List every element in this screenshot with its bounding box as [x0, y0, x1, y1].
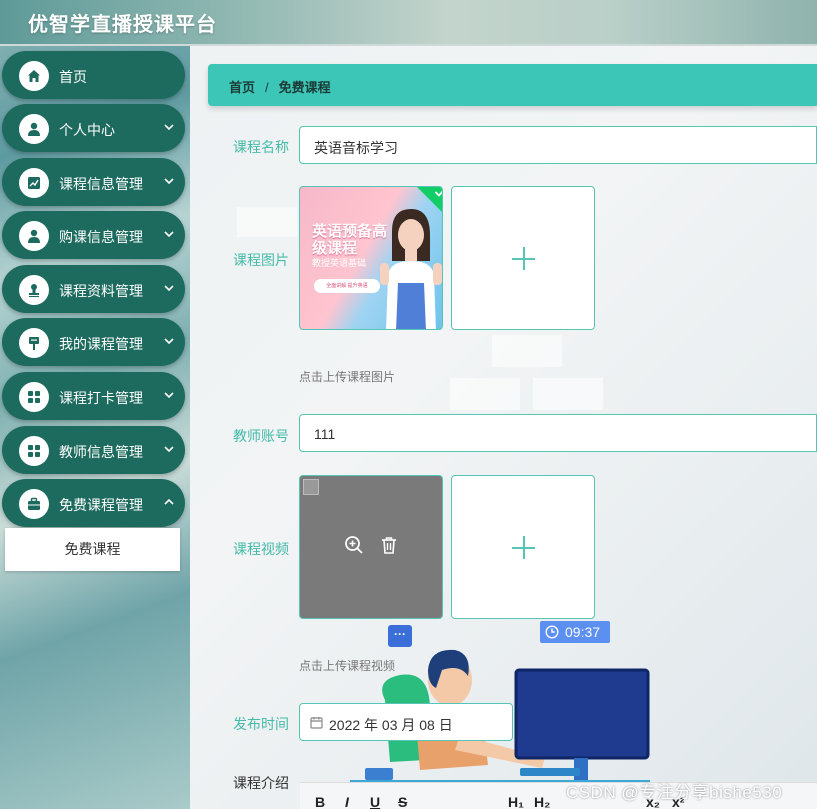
teacher-account-label: 教师账号: [233, 428, 289, 444]
breadcrumb-home[interactable]: 首页: [229, 80, 255, 95]
course-video-thumbnail: [299, 475, 443, 619]
submenu-item-free-course[interactable]: 免费课程: [5, 528, 180, 571]
underline-button[interactable]: U: [370, 794, 380, 809]
sidebar-item-teacher-info[interactable]: 教师信息管理: [2, 426, 185, 474]
chevron-down-icon: [164, 124, 174, 131]
zoom-in-icon[interactable]: [344, 535, 364, 555]
chevron-down-icon: [164, 338, 174, 345]
broken-image-icon: [303, 479, 319, 495]
teacher-account-input[interactable]: 111: [299, 414, 817, 452]
grid-icon: [19, 382, 49, 412]
poster-tag: 全面讲解 提升英语: [314, 279, 380, 293]
sidebar-item-free-courses[interactable]: 免费课程管理: [2, 479, 185, 527]
strike-button[interactable]: S: [398, 794, 407, 809]
course-video-label: 课程视频: [233, 541, 289, 557]
sidebar-item-label: 课程打卡管理: [59, 390, 143, 406]
delete-icon[interactable]: [379, 535, 399, 555]
user-icon: [19, 221, 49, 251]
course-image-label: 课程图片: [233, 252, 289, 268]
chevron-down-icon: [164, 178, 174, 185]
clock-icon: [545, 625, 559, 639]
plus-icon: [523, 247, 525, 270]
background-decoration: [533, 378, 603, 410]
breadcrumb: 首页 / 免费课程: [208, 64, 817, 106]
sidebar-item-label: 课程信息管理: [59, 176, 143, 192]
sidebar-item-home[interactable]: 首页: [2, 51, 185, 99]
chevron-down-icon: [164, 231, 174, 238]
sidebar-item-label: 首页: [59, 69, 87, 85]
site-title: 优智学直播授课平台: [28, 14, 217, 36]
publish-date-value: 2022 年 03 月 08 日: [329, 717, 453, 733]
sidebar-item-label: 个人中心: [59, 122, 115, 138]
header-bar: 优智学直播授课平台: [0, 0, 817, 46]
sidebar-item-label: 教师信息管理: [59, 444, 143, 460]
sidebar-item-label: 课程资料管理: [59, 283, 143, 299]
calendar-icon: [310, 717, 323, 729]
watermark: CSDN @专注分享bishe530: [566, 783, 783, 802]
publish-date-picker[interactable]: 2022 年 03 月 08 日: [299, 703, 513, 741]
image-upload-hint: 点击上传课程图片: [299, 370, 396, 384]
plus-icon: [523, 536, 525, 559]
video-upload-button[interactable]: [451, 475, 595, 619]
user-icon: [19, 114, 49, 144]
grid-icon: [19, 436, 49, 466]
chart-icon: [19, 168, 49, 198]
breadcrumb-separator: /: [265, 80, 269, 95]
background-decoration: [237, 207, 297, 237]
chevron-up-icon: [164, 498, 174, 505]
heading2-button[interactable]: H₂: [534, 794, 550, 809]
home-icon: [19, 61, 49, 91]
sidebar-item-my-courses[interactable]: 我的课程管理: [2, 318, 185, 366]
sidebar-item-course-info[interactable]: 课程信息管理: [2, 158, 185, 206]
sidebar-item-course-checkin[interactable]: 课程打卡管理: [2, 372, 185, 420]
bold-button[interactable]: B: [315, 794, 325, 809]
sidebar-item-label: 免费课程管理: [59, 497, 143, 513]
signpost-icon: [19, 328, 49, 358]
image-upload-button[interactable]: [451, 186, 595, 330]
course-intro-label: 课程介绍: [233, 775, 289, 791]
chevron-down-icon: [164, 392, 174, 399]
breadcrumb-current: 免费课程: [278, 80, 331, 95]
time-text: 09:37: [565, 624, 601, 640]
course-name-label: 课程名称: [233, 139, 289, 155]
sidebar-item-label: 购课信息管理: [59, 229, 143, 245]
sidebar-item-personal-center[interactable]: 个人中心: [2, 104, 185, 152]
poster-person: [380, 209, 442, 329]
course-image-thumbnail[interactable]: 英语预备高级课程 教授英语基础 全面讲解 提升英语: [299, 186, 443, 330]
heading1-button[interactable]: H₁: [508, 794, 524, 809]
course-name-input[interactable]: 英语音标学习: [299, 126, 817, 164]
chevron-down-icon: [164, 285, 174, 292]
background-decoration: [492, 335, 562, 367]
sidebar-item-label: 我的课程管理: [59, 336, 143, 352]
italic-button[interactable]: I: [345, 794, 349, 809]
stamp-icon: [19, 275, 49, 305]
background-decoration: [450, 378, 520, 410]
briefcase-icon: [19, 489, 49, 519]
publish-time-label: 发布时间: [233, 716, 289, 732]
chevron-down-icon: [164, 446, 174, 453]
sidebar-item-course-materials[interactable]: 课程资料管理: [2, 265, 185, 313]
sidebar-item-purchase-info[interactable]: 购课信息管理: [2, 211, 185, 259]
